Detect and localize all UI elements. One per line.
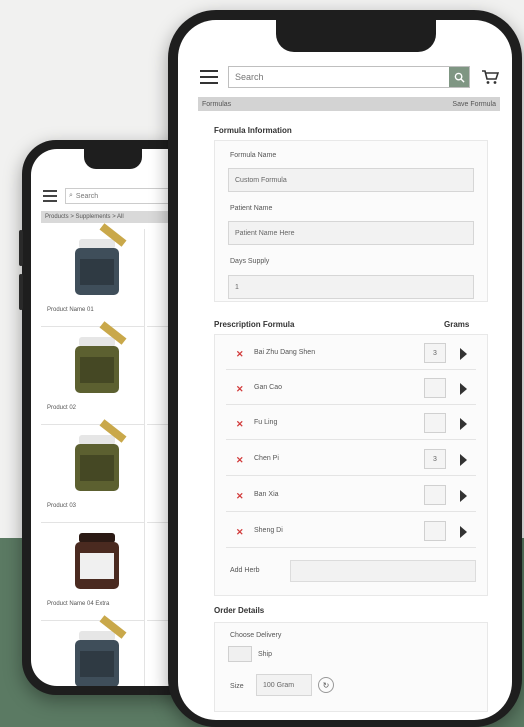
rx-item-row: ✕ Bai Zhu Dang Shen 3 bbox=[226, 338, 476, 370]
breadcrumb-right[interactable]: Save Formula bbox=[452, 101, 496, 108]
add-herb-label: Add Herb bbox=[230, 567, 260, 574]
rx-item-name: Chen Pi bbox=[254, 455, 279, 462]
delete-icon[interactable]: ✕ bbox=[236, 349, 244, 360]
product-bottle-image bbox=[75, 239, 119, 295]
play-arrow-icon[interactable] bbox=[460, 418, 467, 430]
refresh-icon[interactable]: ↻ bbox=[318, 677, 334, 693]
product-card[interactable]: Product Name 01 bbox=[41, 223, 145, 327]
product-card[interactable]: Product Name 04 Extra bbox=[41, 523, 145, 621]
play-arrow-icon[interactable] bbox=[460, 348, 467, 360]
section-title-formula: Prescription Formula bbox=[214, 320, 295, 329]
menu-icon[interactable] bbox=[43, 190, 57, 202]
menu-icon[interactable] bbox=[200, 70, 218, 84]
breadcrumb-bar: Formulas Save Formula bbox=[198, 97, 500, 111]
rx-item-name: Fu Ling bbox=[254, 419, 278, 426]
play-arrow-icon[interactable] bbox=[460, 454, 467, 466]
rx-item-name: Ban Xia bbox=[254, 491, 279, 498]
ship-checkbox[interactable] bbox=[228, 646, 252, 662]
phone-notch bbox=[84, 149, 142, 169]
product-card[interactable]: Product 03 bbox=[41, 419, 145, 523]
size-label: Size bbox=[230, 683, 244, 690]
add-herb-input[interactable] bbox=[290, 560, 476, 582]
rx-item-name: Bai Zhu Dang Shen bbox=[254, 349, 316, 356]
search-icon bbox=[454, 72, 465, 83]
product-bottle-image bbox=[75, 435, 119, 491]
rx-qty-input[interactable] bbox=[424, 521, 446, 541]
section-title-info: Formula Information bbox=[214, 126, 292, 135]
cart-icon[interactable] bbox=[480, 67, 500, 87]
product-caption: Product Name 01 bbox=[47, 307, 94, 313]
search-input[interactable]: ⌕ Search bbox=[65, 188, 185, 204]
field-label: Days Supply bbox=[230, 258, 270, 265]
search-placeholder: Search bbox=[235, 72, 264, 82]
product-bottle-image bbox=[75, 631, 119, 686]
product-bottle-image bbox=[75, 337, 119, 393]
rx-qty-input[interactable]: 3 bbox=[424, 343, 446, 363]
phone-side-button bbox=[19, 274, 23, 310]
rx-item-name: Sheng Di bbox=[254, 527, 283, 534]
delete-icon[interactable]: ✕ bbox=[236, 455, 244, 466]
product-card[interactable] bbox=[41, 615, 145, 686]
rx-qty-input[interactable]: 3 bbox=[424, 449, 446, 469]
product-bottle-image bbox=[75, 533, 119, 589]
formula-name-input[interactable]: Custom Formula bbox=[228, 168, 474, 192]
search-input[interactable]: Search bbox=[228, 66, 470, 88]
breadcrumb-left[interactable]: Formulas bbox=[202, 101, 231, 108]
patient-name-input[interactable]: Patient Name Here bbox=[228, 221, 474, 245]
field-label: Formula Name bbox=[230, 152, 277, 159]
ship-option-label: Ship bbox=[258, 651, 273, 658]
delete-icon[interactable]: ✕ bbox=[236, 419, 244, 430]
section-title-order: Order Details bbox=[214, 606, 265, 615]
play-arrow-icon[interactable] bbox=[460, 526, 467, 538]
product-caption: Product 03 bbox=[47, 503, 77, 509]
grams-column-header: Grams bbox=[444, 320, 470, 329]
product-caption: Product Name 04 Extra bbox=[47, 601, 110, 607]
rx-item-name: Gan Cao bbox=[254, 384, 283, 391]
days-supply-input[interactable]: 1 bbox=[228, 275, 474, 299]
delete-icon[interactable]: ✕ bbox=[236, 384, 244, 395]
rx-item-row: ✕ Sheng Di bbox=[226, 516, 476, 548]
rx-item-row: ✕ Chen Pi 3 bbox=[226, 444, 476, 476]
field-label: Patient Name bbox=[230, 205, 273, 212]
search-placeholder: Search bbox=[75, 192, 99, 200]
phone-notch bbox=[276, 20, 436, 52]
rx-item-row: ✕ Ban Xia bbox=[226, 480, 476, 512]
rx-qty-input[interactable] bbox=[424, 485, 446, 505]
delete-icon[interactable]: ✕ bbox=[236, 491, 244, 502]
product-caption: Product 02 bbox=[47, 405, 77, 411]
search-button[interactable] bbox=[449, 67, 469, 87]
play-arrow-icon[interactable] bbox=[460, 383, 467, 395]
product-card[interactable]: Product 02 bbox=[41, 321, 145, 425]
back-header: ⌕ Search bbox=[43, 187, 185, 205]
order-subtitle: Choose Delivery bbox=[230, 632, 282, 639]
phone-side-button bbox=[19, 230, 23, 266]
search-icon: ⌕ bbox=[69, 192, 73, 199]
delete-icon[interactable]: ✕ bbox=[236, 527, 244, 538]
rx-item-row: ✕ Fu Ling bbox=[226, 408, 476, 440]
play-arrow-icon[interactable] bbox=[460, 490, 467, 502]
rx-qty-input[interactable] bbox=[424, 413, 446, 433]
size-select[interactable]: 100 Gram bbox=[256, 674, 312, 696]
app-header: Search bbox=[200, 64, 500, 90]
rx-qty-input[interactable] bbox=[424, 378, 446, 398]
rx-item-row: ✕ Gan Cao bbox=[226, 373, 476, 405]
